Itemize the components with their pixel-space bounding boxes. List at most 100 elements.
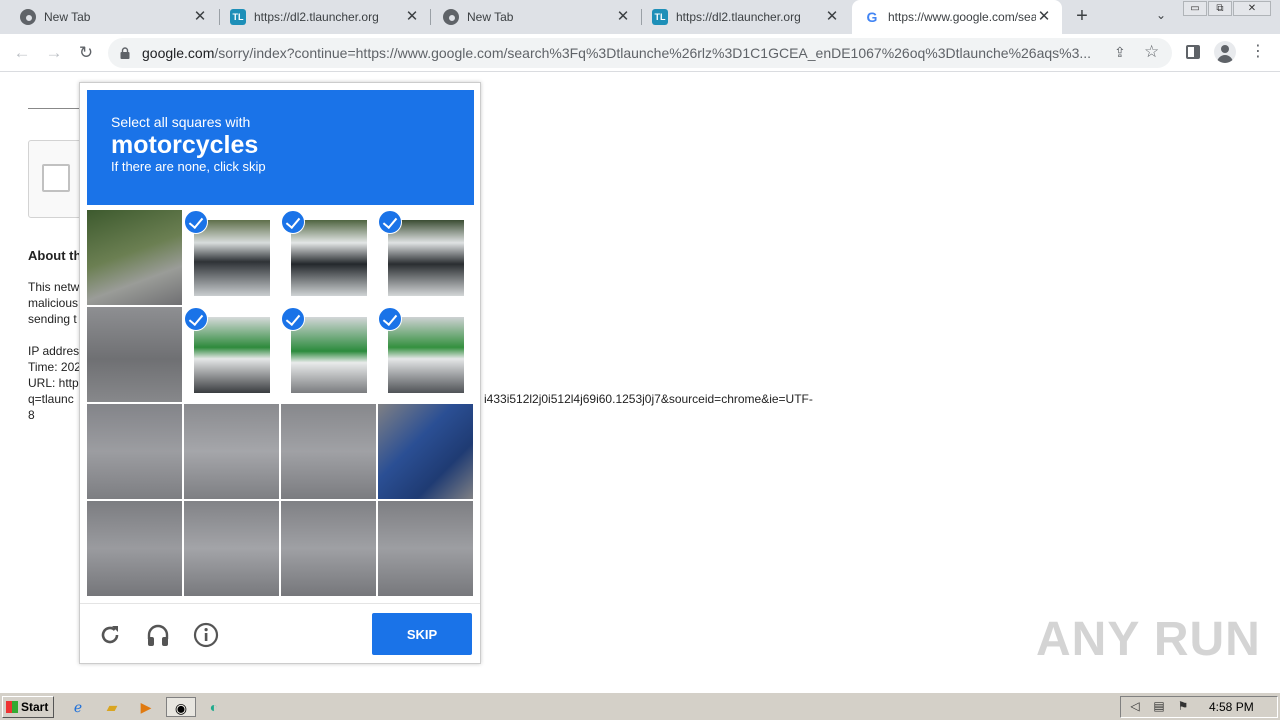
reload-icon[interactable] [96, 621, 124, 649]
time-line: Time: 202 [28, 360, 81, 374]
captcha-tile[interactable] [281, 404, 376, 499]
anyrun-watermark: ANY RUN [1036, 613, 1261, 666]
footer-divider [80, 603, 480, 604]
tile-image [87, 307, 182, 402]
close-icon[interactable]: ✕ [1036, 9, 1052, 25]
chrome-icon [443, 9, 459, 25]
tab-new-tab-1[interactable]: New Tab ✕ [0, 0, 218, 34]
tile-image [378, 404, 473, 499]
close-icon[interactable]: ✕ [615, 9, 631, 25]
media-player-icon[interactable]: ▶ [134, 697, 158, 717]
tab-new-tab-2[interactable]: New Tab ✕ [431, 0, 641, 34]
star-icon[interactable]: ☆ [1144, 42, 1159, 62]
body-line: sending t [28, 312, 77, 326]
back-button[interactable]: ← [11, 42, 33, 64]
reload-button[interactable]: ↻ [75, 42, 97, 64]
edge-icon[interactable]: ◐ [202, 697, 226, 717]
tile-image [388, 220, 464, 296]
captcha-tile[interactable] [281, 307, 376, 402]
checkmark-icon [184, 307, 208, 331]
windows-logo-icon [6, 701, 18, 713]
captcha-tile[interactable] [378, 404, 473, 499]
chrome-taskbar-icon[interactable]: ◉ [166, 697, 196, 717]
checkmark-icon [184, 210, 208, 234]
chrome-icon [20, 9, 36, 25]
captcha-tile[interactable] [87, 404, 182, 499]
minimize-button[interactable]: ▭ [1183, 1, 1207, 16]
captcha-tile[interactable] [87, 501, 182, 596]
close-window-button[interactable]: ✕ [1233, 1, 1271, 16]
captcha-tile[interactable] [184, 307, 279, 402]
challenge-target: motorcycles [111, 131, 259, 159]
challenge-hint: If there are none, click skip [111, 159, 266, 174]
captcha-tile[interactable] [87, 307, 182, 402]
checkmark-icon [281, 307, 305, 331]
tab-tlauncher-2[interactable]: TL https://dl2.tlauncher.org ✕ [642, 0, 850, 34]
profile-icon[interactable] [1214, 41, 1236, 63]
tile-image [291, 317, 367, 393]
tile-image [378, 501, 473, 596]
challenge-header: Select all squares with motorcycles If t… [87, 90, 474, 205]
info-icon[interactable] [192, 621, 220, 649]
tab-tlauncher-1[interactable]: TL https://dl2.tlauncher.org ✕ [220, 0, 430, 34]
ip-address-line: IP addres [28, 344, 80, 358]
taskbar: Start ℯ ▰ ▶ ◉ ◐ ◁ ▤ ⚑ 4:58 PM [0, 692, 1280, 720]
url-path: /sorry/index?continue=https://www.google… [214, 45, 1092, 61]
lock-icon[interactable] [120, 47, 130, 59]
tab-title: https://www.google.com/search [888, 10, 1036, 24]
start-button[interactable]: Start [2, 696, 54, 718]
tile-image [291, 220, 367, 296]
close-icon[interactable]: ✕ [192, 9, 208, 25]
speaker-icon[interactable]: ◁ [1127, 699, 1143, 715]
about-heading: About th [28, 248, 82, 263]
tile-image [281, 404, 376, 499]
skip-button[interactable]: SKIP [372, 613, 472, 655]
captcha-tile[interactable] [184, 210, 279, 305]
side-panel-icon[interactable] [1186, 45, 1200, 59]
tab-strip: New Tab ✕ TL https://dl2.tlauncher.org ✕… [0, 0, 1280, 34]
captcha-tile[interactable] [281, 501, 376, 596]
folder-icon[interactable]: ▰ [100, 697, 124, 717]
close-icon[interactable]: ✕ [404, 9, 420, 25]
tab-title: New Tab [467, 10, 514, 24]
network-icon[interactable]: ▤ [1151, 699, 1167, 715]
captcha-tile[interactable] [184, 501, 279, 596]
tile-image [194, 317, 270, 393]
forward-button[interactable]: → [43, 42, 65, 64]
tile-image [388, 317, 464, 393]
captcha-tile[interactable] [281, 210, 376, 305]
tab-google-search[interactable]: G https://www.google.com/search ✕ [852, 0, 1062, 34]
tile-image [184, 501, 279, 596]
recaptcha-challenge: Select all squares with motorcycles If t… [79, 82, 481, 664]
captcha-tile[interactable] [87, 210, 182, 305]
flag-icon[interactable]: ⚑ [1175, 699, 1191, 715]
checkmark-icon [281, 210, 305, 234]
recaptcha-checkbox[interactable] [42, 164, 70, 192]
url-tail: i433i512l2j0i512l4j69i60.1253j0j7&source… [484, 392, 813, 406]
captcha-tile[interactable] [378, 210, 473, 305]
address-bar[interactable]: google.com/sorry/index?continue=https://… [108, 38, 1172, 68]
captcha-tile[interactable] [378, 501, 473, 596]
checkmark-icon [378, 307, 402, 331]
start-label: Start [21, 700, 49, 714]
query-line: q=tlaunc [28, 392, 74, 406]
chevron-down-icon[interactable]: ⌄ [1152, 8, 1170, 26]
browser-toolbar: ← → ↻ google.com/sorry/index?continue=ht… [0, 34, 1280, 72]
system-tray: ◁ ▤ ⚑ 4:58 PM [1120, 696, 1278, 718]
restore-button[interactable]: ⧉ [1208, 1, 1232, 16]
audio-icon[interactable] [144, 621, 172, 649]
tab-title: https://dl2.tlauncher.org [676, 10, 801, 24]
menu-icon[interactable]: ⋮ [1250, 42, 1266, 62]
tab-title: https://dl2.tlauncher.org [254, 10, 379, 24]
close-icon[interactable]: ✕ [824, 9, 840, 25]
share-icon[interactable]: ⇪ [1114, 44, 1126, 61]
google-icon: G [866, 9, 878, 25]
tile-image [87, 501, 182, 596]
captcha-tile[interactable] [184, 404, 279, 499]
captcha-tile[interactable] [378, 307, 473, 402]
url-domain: google.com [142, 45, 215, 61]
url-text[interactable]: google.com/sorry/index?continue=https://… [142, 45, 1102, 61]
internet-explorer-icon[interactable]: ℯ [66, 697, 90, 717]
checkmark-icon [378, 210, 402, 234]
new-tab-button[interactable]: + [1072, 6, 1092, 27]
